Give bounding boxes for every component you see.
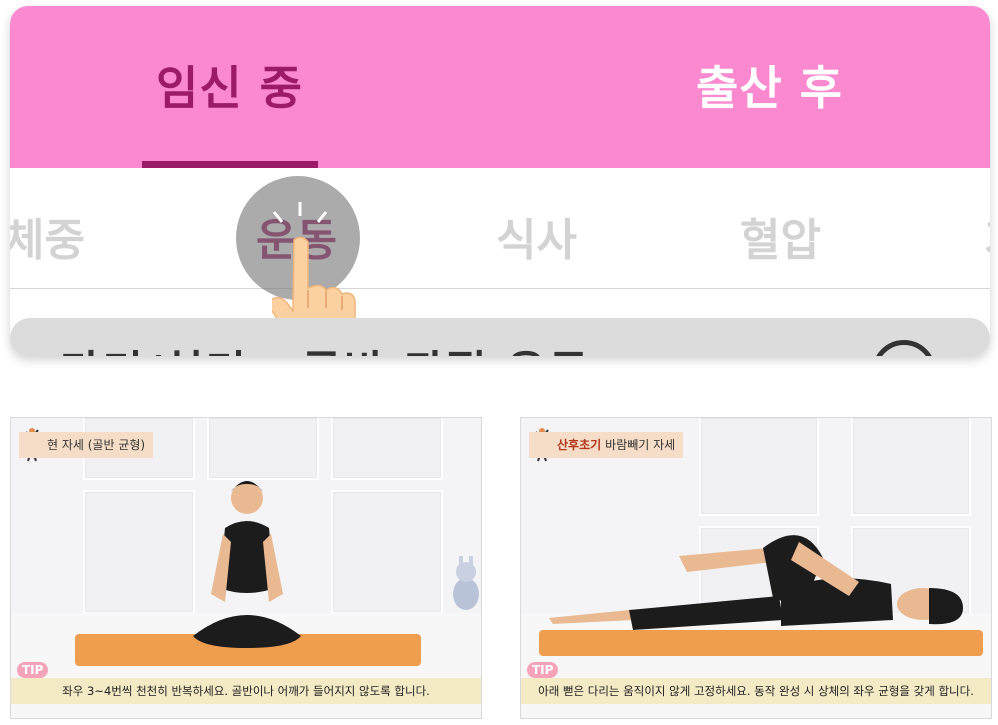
tab-pregnancy[interactable]: 임신 중 bbox=[156, 52, 303, 118]
video-title-text: 바람빼기 자세 bbox=[605, 438, 676, 452]
subtab-blood-pressure[interactable]: 혈압 bbox=[740, 204, 821, 268]
wall-panel bbox=[851, 418, 971, 516]
plush-toy-icon bbox=[453, 556, 479, 610]
video-panel-2[interactable]: 산후초기 바람빼기 자세 TIP 아래 뻗은 다리는 움직이지 않게 고정하세요.… bbox=[520, 417, 992, 719]
video-title-tag: 산후초기 바람빼기 자세 bbox=[529, 432, 684, 458]
video-title-tag: 현 자세 (골반 균형) bbox=[19, 432, 154, 458]
wall-panel bbox=[331, 490, 443, 614]
instructor-lying-figure bbox=[549, 535, 963, 630]
main-tab-bar: 임신 중 출산 후 bbox=[10, 6, 990, 168]
sub-tab-bar: 체중 운동 식사 혈압 기 bbox=[10, 168, 990, 289]
tab-postpartum[interactable]: 출산 후 bbox=[696, 52, 843, 118]
app-card: 임신 중 출산 후 체중 운동 식사 혈압 기 다리/허리 · 골반 관절 운동 bbox=[10, 6, 990, 356]
wall-panel bbox=[699, 418, 819, 516]
tap-ripple-icon bbox=[272, 202, 328, 223]
wall-panel bbox=[331, 418, 443, 480]
video-panel-1[interactable]: 현 자세 (골반 균형) TIP 좌우 3~4번씩 천천히 반복하세요. 골반이… bbox=[10, 417, 482, 719]
video-title-text: 현 자세 (골반 균형) bbox=[47, 438, 146, 452]
video-title-highlight: 산후초기 bbox=[557, 438, 602, 452]
subtab-weight[interactable]: 체중 bbox=[10, 204, 85, 268]
tip-badge: TIP bbox=[17, 662, 49, 678]
subtab-next[interactable]: 기 bbox=[984, 204, 990, 268]
wall-panel bbox=[207, 418, 319, 480]
active-tab-indicator bbox=[142, 161, 318, 168]
tip-badge: TIP bbox=[527, 662, 559, 678]
instructor-seated-figure bbox=[193, 481, 301, 648]
subtab-meal[interactable]: 식사 bbox=[496, 204, 577, 268]
search-text: 다리/허리 · 골반 관절 운동 bbox=[60, 336, 591, 356]
video-caption: 아래 뻗은 다리는 움직이지 않게 고정하세요. 동작 완성 시 상체의 좌우 … bbox=[521, 678, 991, 704]
video-caption: 좌우 3~4번씩 천천히 반복하세요. 골반이나 어깨가 들어지지 않도록 합니… bbox=[11, 678, 481, 704]
